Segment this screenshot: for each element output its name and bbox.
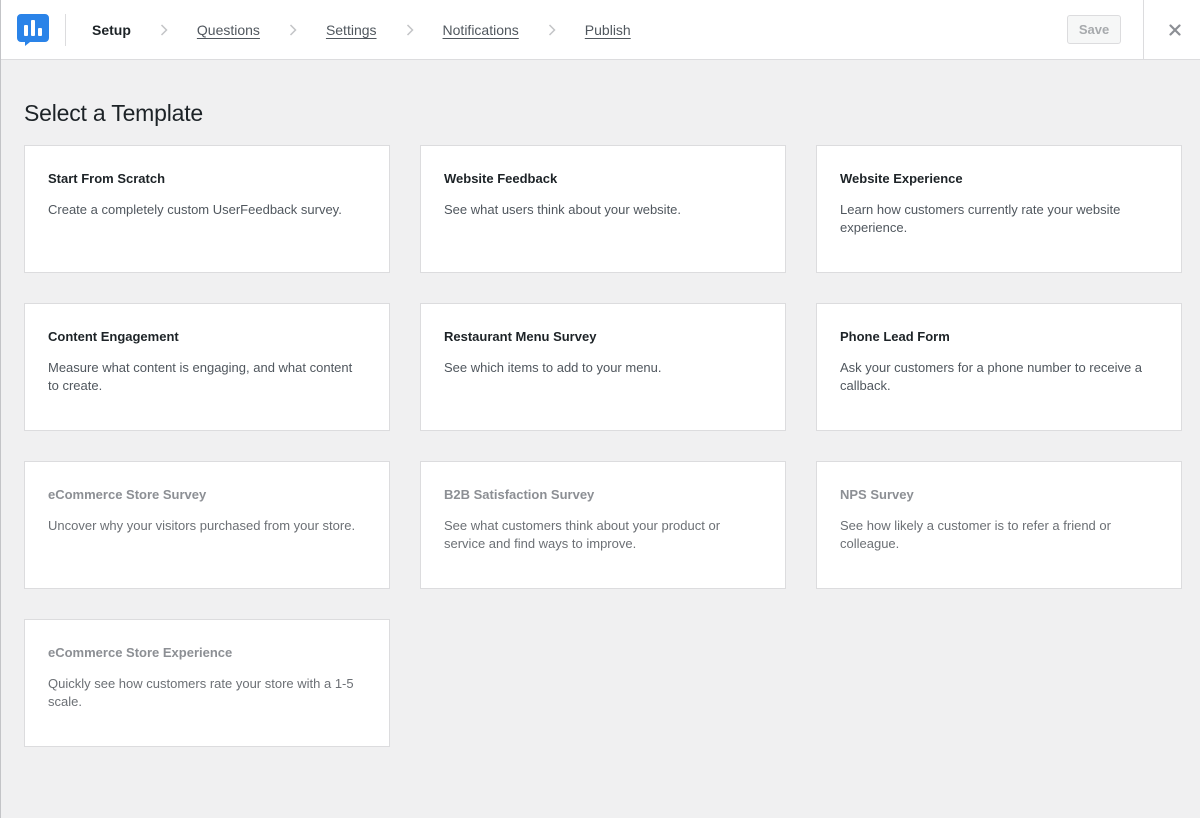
chevron-right-icon	[397, 0, 423, 60]
template-card-description: Uncover why your visitors purchased from…	[48, 518, 356, 533]
step-notifications[interactable]: Notifications	[443, 22, 519, 38]
template-card-ecommerce-store-survey[interactable]: eCommerce Store Survey Uncover why your …	[24, 461, 390, 589]
template-card-description: See what customers think about your prod…	[444, 518, 721, 551]
chevron-right-icon	[151, 0, 177, 60]
template-card-description: See what users think about your website.	[444, 202, 682, 217]
close-icon[interactable]	[1165, 20, 1185, 40]
template-card-title: NPS Survey	[840, 487, 914, 502]
template-card-title: Phone Lead Form	[840, 329, 950, 344]
template-card-description: See how likely a customer is to refer a …	[840, 518, 1111, 551]
step-questions[interactable]: Questions	[197, 22, 260, 38]
chevron-right-icon	[280, 0, 306, 60]
template-card-nps-survey[interactable]: NPS Survey See how likely a customer is …	[816, 461, 1182, 589]
chevron-right-icon	[539, 0, 565, 60]
template-card-content-engagement[interactable]: Content Engagement Measure what content …	[24, 303, 390, 431]
close-divider	[1143, 0, 1144, 60]
template-card-title: Content Engagement	[48, 329, 179, 344]
template-card-start-from-scratch[interactable]: Start From Scratch Create a completely c…	[24, 145, 390, 273]
step-setup[interactable]: Setup	[92, 22, 131, 38]
template-card-website-feedback[interactable]: Website Feedback See what users think ab…	[420, 145, 786, 273]
template-card-website-experience[interactable]: Website Experience Learn how customers c…	[816, 145, 1182, 273]
template-card-title: eCommerce Store Experience	[48, 645, 233, 660]
template-card-description: Ask your customers for a phone number to…	[840, 360, 1143, 393]
page-title: Select a Template	[24, 100, 204, 126]
template-card-restaurant-menu-survey[interactable]: Restaurant Menu Survey See which items t…	[420, 303, 786, 431]
logo-divider	[65, 14, 66, 46]
template-card-ecommerce-store-experience[interactable]: eCommerce Store Experience Quickly see h…	[24, 619, 390, 747]
wizard-steps: Setup Questions Settings Notifications P…	[92, 0, 631, 60]
userfeedback-logo-icon[interactable]	[16, 13, 50, 47]
template-card-description: Learn how customers currently rate your …	[840, 202, 1121, 235]
template-grid: Start From Scratch Create a completely c…	[24, 145, 1182, 747]
save-button[interactable]: Save	[1067, 15, 1121, 44]
template-card-description: Create a completely custom UserFeedback …	[48, 202, 342, 217]
template-card-title: B2B Satisfaction Survey	[444, 487, 595, 502]
template-card-title: Website Experience	[840, 171, 963, 186]
step-settings[interactable]: Settings	[326, 22, 377, 38]
template-card-title: Website Feedback	[444, 171, 558, 186]
step-publish[interactable]: Publish	[585, 22, 631, 38]
template-card-description: See which items to add to your menu.	[444, 360, 662, 375]
template-card-description: Measure what content is engaging, and wh…	[48, 360, 353, 393]
top-bar: Setup Questions Settings Notifications P…	[1, 0, 1200, 60]
template-card-title: Restaurant Menu Survey	[444, 329, 597, 344]
template-card-title: eCommerce Store Survey	[48, 487, 207, 502]
template-card-description: Quickly see how customers rate your stor…	[48, 676, 354, 709]
template-card-title: Start From Scratch	[48, 171, 166, 186]
template-card-b2b-satisfaction-survey[interactable]: B2B Satisfaction Survey See what custome…	[420, 461, 786, 589]
template-card-phone-lead-form[interactable]: Phone Lead Form Ask your customers for a…	[816, 303, 1182, 431]
app-frame: Setup Questions Settings Notifications P…	[0, 0, 1200, 818]
